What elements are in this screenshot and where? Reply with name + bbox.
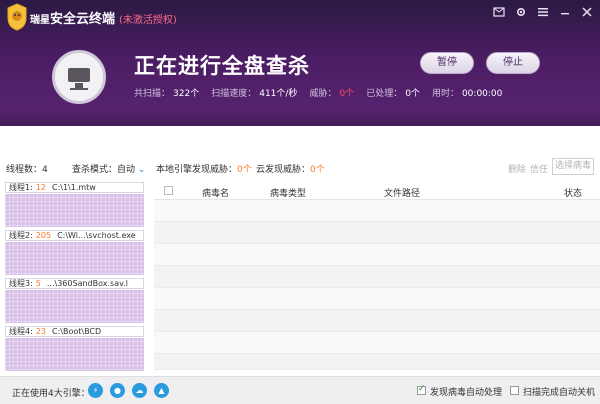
stat-threats: 威胁： 0个 bbox=[309, 89, 355, 99]
scan-toolbar: 线程数：4 查杀模式：自动 ⌄ 本地引擎发现威胁：0个 云发现威胁：0个 删除 … bbox=[0, 158, 600, 178]
cloud-threats: 云发现威胁：0个 bbox=[256, 165, 325, 175]
scan-mode-dropdown[interactable]: 查杀模式：自动 ⌄ bbox=[72, 162, 145, 175]
scan-title: 正在进行全盘查杀 bbox=[134, 54, 310, 78]
virus-table: 病毒名 病毒类型 文件路径 状态 bbox=[154, 182, 600, 370]
select-virus-button[interactable]: 选择病毒 bbox=[552, 158, 594, 175]
table-header: 病毒名 病毒类型 文件路径 状态 bbox=[154, 182, 600, 200]
auto-shutdown-checkbox[interactable] bbox=[510, 386, 519, 395]
lightning-engine-icon[interactable]: ⚡ bbox=[88, 383, 103, 398]
thread-progress bbox=[5, 290, 144, 323]
pause-button[interactable]: 暂停 bbox=[420, 52, 474, 74]
delete-button[interactable]: 删除 bbox=[508, 162, 526, 175]
menu-icon[interactable] bbox=[536, 6, 550, 20]
stop-button[interactable]: 停止 bbox=[486, 52, 540, 74]
col-virus-name[interactable]: 病毒名 bbox=[202, 186, 229, 199]
thread-item: 线程1: 12 C:\1\1.mtw bbox=[5, 182, 144, 227]
select-all-checkbox[interactable] bbox=[164, 186, 173, 195]
status-bar: 正在使用4大引擎： ⚡ ● ☁ ▲ 发现病毒自动处理 扫描完成自动关机 bbox=[0, 376, 600, 404]
monitor-icon bbox=[52, 50, 106, 104]
brand-prefix: 瑞星 bbox=[30, 15, 50, 26]
thread-progress bbox=[5, 242, 144, 275]
chevron-down-icon: ⌄ bbox=[137, 165, 146, 175]
thread-progress bbox=[5, 338, 144, 371]
table-row bbox=[154, 288, 600, 310]
col-virus-type[interactable]: 病毒类型 bbox=[270, 186, 306, 199]
local-engine-threats: 本地引擎发现威胁：0个 bbox=[156, 165, 252, 175]
stat-elapsed: 用时： 00:00:00 bbox=[431, 89, 503, 99]
app-brand: 瑞星安全云终端 (未激活授权) bbox=[30, 8, 177, 27]
thread-item: 线程2: 205 C:\Wi...\svchost.exe bbox=[5, 230, 144, 275]
triangle-engine-icon[interactable]: ▲ bbox=[154, 383, 169, 398]
table-row bbox=[154, 310, 600, 332]
window-controls bbox=[492, 6, 594, 20]
table-row bbox=[154, 332, 600, 354]
table-row bbox=[154, 354, 600, 370]
close-icon[interactable] bbox=[580, 6, 594, 20]
auto-process-label: 发现病毒自动处理 bbox=[430, 388, 503, 398]
table-row bbox=[154, 244, 600, 266]
col-file-path[interactable]: 文件路径 bbox=[384, 186, 420, 199]
license-status-link[interactable]: (未激活授权) bbox=[119, 15, 177, 26]
lion-logo-icon bbox=[7, 3, 27, 31]
person-engine-icon[interactable]: ● bbox=[110, 383, 125, 398]
table-row bbox=[154, 222, 600, 244]
engines-label: 正在使用4大引擎： bbox=[12, 389, 90, 399]
stat-speed: 扫描速度： 411个/秒 bbox=[211, 89, 298, 99]
cloud-engine-icon[interactable]: ☁ bbox=[132, 383, 147, 398]
thread-progress bbox=[5, 194, 144, 227]
scan-header: 瑞星安全云终端 (未激活授权) 正在进行全盘查杀 暂停 停止 共扫描： 322个 扫… bbox=[0, 0, 600, 126]
minimize-icon[interactable] bbox=[558, 6, 572, 20]
thread-item: 线程3: 5 ...\360SandBox.sav.l bbox=[5, 278, 144, 323]
thread-count: 线程数：4 bbox=[6, 165, 48, 175]
table-row bbox=[154, 266, 600, 288]
stat-scanned: 共扫描： 322个 bbox=[134, 89, 200, 99]
gear-icon[interactable] bbox=[514, 6, 528, 20]
thread-item: 线程4: 23 C:\Boot\BCD bbox=[5, 326, 144, 371]
stat-processed: 已处理： 0个 bbox=[366, 89, 420, 99]
table-row bbox=[154, 200, 600, 222]
message-icon[interactable] bbox=[492, 6, 506, 20]
thread-panel: 线程1: 12 C:\1\1.mtw 线程2: 205 C:\Wi...\svchost… bbox=[5, 182, 144, 371]
auto-process-checkbox[interactable] bbox=[417, 384, 426, 395]
brand-name: 安全云终端 bbox=[50, 12, 116, 27]
scan-stats: 共扫描： 322个 扫描速度： 411个/秒 威胁： 0个 已处理： 0个 用时： 00:… bbox=[134, 86, 514, 99]
col-status[interactable]: 状态 bbox=[564, 186, 582, 199]
auto-shutdown-label: 扫描完成自动关机 bbox=[523, 388, 596, 398]
trust-button[interactable]: 信任 bbox=[530, 162, 548, 175]
